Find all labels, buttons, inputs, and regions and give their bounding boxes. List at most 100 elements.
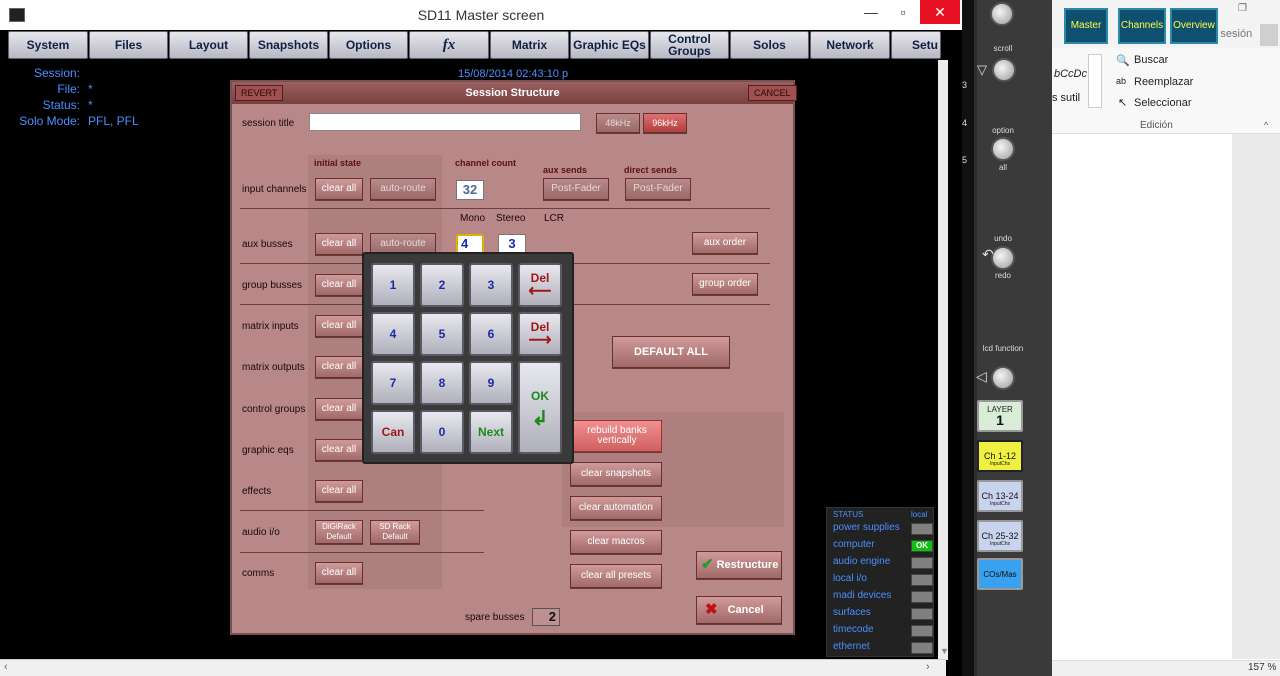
group-busses-clear-all[interactable]: clear all xyxy=(315,274,363,296)
restore-button[interactable]: ▫ xyxy=(888,0,918,24)
key-1[interactable]: 1 xyxy=(371,263,415,307)
clear-snapshots-button[interactable]: clear snapshots xyxy=(570,462,662,486)
matrix-outputs-clear-all[interactable]: clear all xyxy=(315,356,363,378)
undo-redo-knob[interactable] xyxy=(991,246,1015,270)
key-cancel[interactable]: Can xyxy=(371,410,415,454)
horizontal-scrollbar[interactable]: ‹ › xyxy=(0,659,946,676)
menu-control-groups[interactable]: Control Groups xyxy=(650,31,729,59)
menu-network[interactable]: Network xyxy=(810,31,890,59)
vertical-scrollbar[interactable] xyxy=(938,60,948,660)
avatar[interactable] xyxy=(1260,24,1278,46)
cancel-label: Cancel xyxy=(727,604,764,616)
rebuild-banks-button[interactable]: rebuild banks vertically xyxy=(572,420,662,452)
document-page[interactable] xyxy=(1052,134,1232,659)
status-indicator xyxy=(911,608,933,620)
collapse-ribbon-icon[interactable]: ^ xyxy=(1264,120,1268,130)
status-row: ethernet xyxy=(831,640,933,656)
key-2[interactable]: 2 xyxy=(420,263,464,307)
menu-system[interactable]: System xyxy=(8,31,88,59)
option-knob[interactable] xyxy=(991,137,1015,161)
aux-sends-post-fader[interactable]: Post-Fader xyxy=(543,178,609,200)
key-7[interactable]: 7 xyxy=(371,361,415,405)
status-indicator-ok: OK xyxy=(911,540,933,552)
scroll-left-icon[interactable]: ‹ xyxy=(4,661,8,673)
mono-count-field[interactable]: 4 xyxy=(456,234,484,254)
key-8[interactable]: 8 xyxy=(420,361,464,405)
key-del-forward[interactable]: Del ⟶ xyxy=(518,312,562,356)
revert-button[interactable]: REVERT xyxy=(235,85,284,101)
status-row: timecode xyxy=(831,623,933,639)
menu-setup[interactable]: Setu xyxy=(891,31,941,59)
tab-master[interactable]: Master xyxy=(1064,8,1108,44)
scroll-down-icon[interactable]: ▼ xyxy=(940,646,949,656)
menu-options[interactable]: Options xyxy=(329,31,408,59)
key-4[interactable]: 4 xyxy=(371,312,415,356)
minimize-button[interactable]: — xyxy=(856,0,886,24)
clear-all-presets-button[interactable]: clear all presets xyxy=(570,564,662,588)
layer-tile[interactable]: LAYER 1 xyxy=(977,400,1023,432)
key-next[interactable]: Next xyxy=(469,410,513,454)
knob[interactable] xyxy=(990,2,1014,26)
input-channels-auto-route[interactable]: auto-route xyxy=(370,178,436,200)
lcd-function-knob[interactable] xyxy=(991,366,1015,390)
zoom-level[interactable]: 157 % xyxy=(1248,662,1276,673)
tab-channels[interactable]: Channels xyxy=(1118,8,1166,44)
comms-clear-all[interactable]: clear all xyxy=(315,562,363,584)
rate-96khz-button[interactable]: 96kHz xyxy=(643,113,687,133)
channel-count-field[interactable]: 32 xyxy=(456,180,484,200)
checkmark-icon: ✔ xyxy=(701,556,714,573)
status-row: power supplies xyxy=(831,521,933,537)
graphic-eqs-clear-all[interactable]: clear all xyxy=(315,439,363,461)
bank-tile-ch1-12[interactable]: Ch 1-12 InputChs xyxy=(977,440,1023,472)
clear-automation-button[interactable]: clear automation xyxy=(570,496,662,520)
bank-tile-ch13-24[interactable]: Ch 13-24 InputChs xyxy=(977,480,1023,512)
key-6[interactable]: 6 xyxy=(469,312,513,356)
sdrack-default-button[interactable]: SD Rack Default xyxy=(370,520,420,544)
effects-clear-all[interactable]: clear all xyxy=(315,480,363,502)
group-order-button[interactable]: group order xyxy=(692,273,758,295)
menu-files[interactable]: Files xyxy=(89,31,168,59)
clear-macros-button[interactable]: clear macros xyxy=(570,530,662,554)
close-button[interactable]: ✕ xyxy=(920,0,960,24)
aux-order-button[interactable]: aux order xyxy=(692,232,758,254)
aux-busses-clear-all[interactable]: clear all xyxy=(315,233,363,255)
restructure-button[interactable]: ✔ Restructure xyxy=(696,551,782,579)
cancel-top-button[interactable]: CANCEL xyxy=(748,85,797,101)
menu-matrix[interactable]: Matrix xyxy=(490,31,569,59)
matrix-inputs-clear-all[interactable]: clear all xyxy=(315,315,363,337)
restore-icon[interactable]: ❐ xyxy=(1238,3,1247,14)
row-effects: effects xyxy=(242,486,272,497)
gallery-scroll[interactable] xyxy=(1088,54,1102,108)
scroll-knob[interactable] xyxy=(992,58,1016,82)
input-channels-clear-all[interactable]: clear all xyxy=(315,178,363,200)
buscar-button[interactable]: Buscar xyxy=(1134,54,1168,66)
menu-snapshots[interactable]: Snapshots xyxy=(249,31,328,59)
scroll-right-icon[interactable]: › xyxy=(926,661,930,673)
menu-layout[interactable]: Layout xyxy=(169,31,248,59)
bank-tile-cos-mas[interactable]: COs/Mas xyxy=(977,558,1023,590)
key-5[interactable]: 5 xyxy=(420,312,464,356)
reemplazar-button[interactable]: Reemplazar xyxy=(1134,76,1193,88)
menu-fx[interactable]: fx xyxy=(409,31,489,59)
key-9[interactable]: 9 xyxy=(469,361,513,405)
key-0[interactable]: 0 xyxy=(420,410,464,454)
cancel-button[interactable]: ✖ Cancel xyxy=(696,596,782,624)
seleccionar-button[interactable]: Seleccionar xyxy=(1134,97,1191,109)
menu-graphic-eqs[interactable]: Graphic EQs xyxy=(570,31,649,59)
default-all-button[interactable]: DEFAULT ALL xyxy=(612,336,730,368)
style-gallery-item[interactable]: bCcDc xyxy=(1054,68,1087,80)
dialog-header: Session Structure REVERT CANCEL xyxy=(232,82,797,104)
stereo-count-field[interactable]: 3 xyxy=(498,234,526,254)
key-3[interactable]: 3 xyxy=(469,263,513,307)
key-ok[interactable]: OK ↲ xyxy=(518,361,562,454)
control-groups-clear-all[interactable]: clear all xyxy=(315,398,363,420)
direct-sends-post-fader[interactable]: Post-Fader xyxy=(625,178,691,200)
key-del-back[interactable]: Del ⟵ xyxy=(518,263,562,307)
session-title-input[interactable] xyxy=(309,113,581,131)
menu-solos[interactable]: Solos xyxy=(730,31,809,59)
rate-48khz-button[interactable]: 48kHz xyxy=(596,113,640,133)
digirack-default-button[interactable]: DiGiRack Default xyxy=(315,520,363,544)
bank-tile-ch25-32[interactable]: Ch 25-32 InputChs xyxy=(977,520,1023,552)
style-gallery-item[interactable]: s sutil xyxy=(1052,92,1080,104)
tab-overview[interactable]: Overview xyxy=(1170,8,1218,44)
